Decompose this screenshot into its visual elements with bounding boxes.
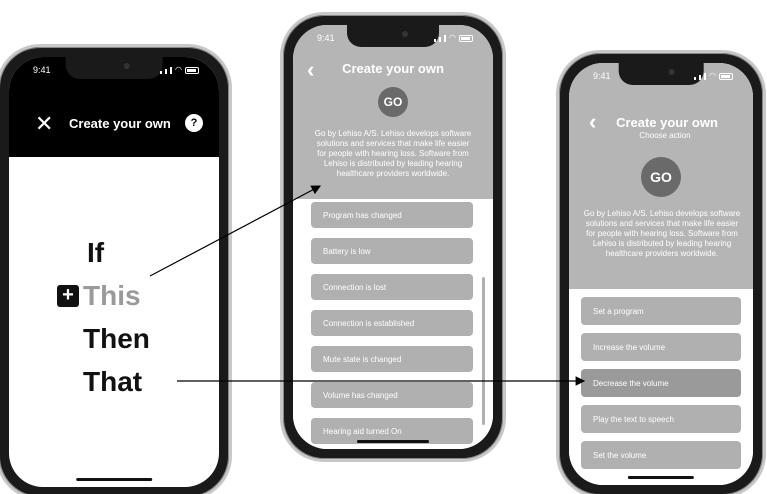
wifi-icon: ◠ xyxy=(709,71,716,80)
phone-if-this-then-that: 9:41 ◠ ✕ Create your own ? If + This The… xyxy=(0,44,232,494)
battery-icon xyxy=(719,73,733,80)
home-indicator xyxy=(357,440,429,443)
scrollbar[interactable] xyxy=(482,277,485,425)
screen-choose-action: 9:41 ◠ ‹ Create your own Choose action G… xyxy=(569,63,753,485)
this-button[interactable]: This xyxy=(83,280,141,312)
wifi-icon: ◠ xyxy=(175,65,182,74)
action-item[interactable]: Set a program xyxy=(581,297,741,325)
action-item[interactable]: Decrease the volume xyxy=(581,369,741,397)
screen-create-your-own: 9:41 ◠ ✕ Create your own ? If + This The… xyxy=(9,57,219,487)
go-logo: GO xyxy=(378,87,408,117)
word-if: If xyxy=(87,237,105,268)
battery-icon xyxy=(459,35,473,42)
phone-choose-action: 9:41 ◠ ‹ Create your own Choose action G… xyxy=(556,50,766,494)
action-item[interactable]: Play the text to speech xyxy=(581,405,741,433)
app-description: Go by Lehiso A/S. Lehiso develops softwa… xyxy=(583,209,741,258)
status-bar: 9:41 ◠ xyxy=(9,63,219,79)
page-subtitle: Choose action xyxy=(639,131,691,140)
battery-icon xyxy=(185,67,199,74)
home-indicator xyxy=(627,476,695,479)
wifi-icon: ◠ xyxy=(449,33,456,42)
home-indicator xyxy=(76,478,152,481)
go-logo: GO xyxy=(641,157,681,197)
status-time: 9:41 xyxy=(33,65,51,75)
trigger-item[interactable]: Program has changed xyxy=(311,202,473,228)
add-this-icon[interactable]: + xyxy=(57,285,79,307)
action-item[interactable]: Increase the volume xyxy=(581,333,741,361)
status-bar: 9:41 ◠ xyxy=(293,31,493,47)
trigger-item[interactable]: Mute state is changed xyxy=(311,346,473,372)
app-description: Go by Lehiso A/S. Lehiso develops softwa… xyxy=(314,129,472,178)
page-title: Create your own xyxy=(616,115,718,130)
page-title: Create your own xyxy=(342,61,444,76)
status-time: 9:41 xyxy=(593,71,611,81)
close-icon[interactable]: ✕ xyxy=(35,113,53,135)
phone-choose-trigger: 9:41 ◠ ‹ Create your own GO Go by Lehiso… xyxy=(280,12,506,462)
status-bar: 9:41 ◠ xyxy=(569,69,753,85)
word-then: Then xyxy=(83,323,150,354)
screen-choose-trigger: 9:41 ◠ ‹ Create your own GO Go by Lehiso… xyxy=(293,25,493,449)
action-item[interactable]: Set the volume xyxy=(581,441,741,469)
trigger-item[interactable]: Connection is lost xyxy=(311,274,473,300)
action-header-panel: ‹ Create your own Choose action GO Go by… xyxy=(569,63,753,289)
that-button[interactable]: That xyxy=(83,366,142,398)
trigger-item[interactable]: Battery is low xyxy=(311,238,473,264)
status-time: 9:41 xyxy=(317,33,335,43)
help-icon[interactable]: ? xyxy=(185,114,203,132)
trigger-item[interactable]: Volume has changed xyxy=(311,382,473,408)
page-title: Create your own xyxy=(69,116,171,131)
trigger-item[interactable]: Connection is established xyxy=(311,310,473,336)
trigger-header-panel: ‹ Create your own GO Go by Lehiso A/S. L… xyxy=(293,25,493,199)
